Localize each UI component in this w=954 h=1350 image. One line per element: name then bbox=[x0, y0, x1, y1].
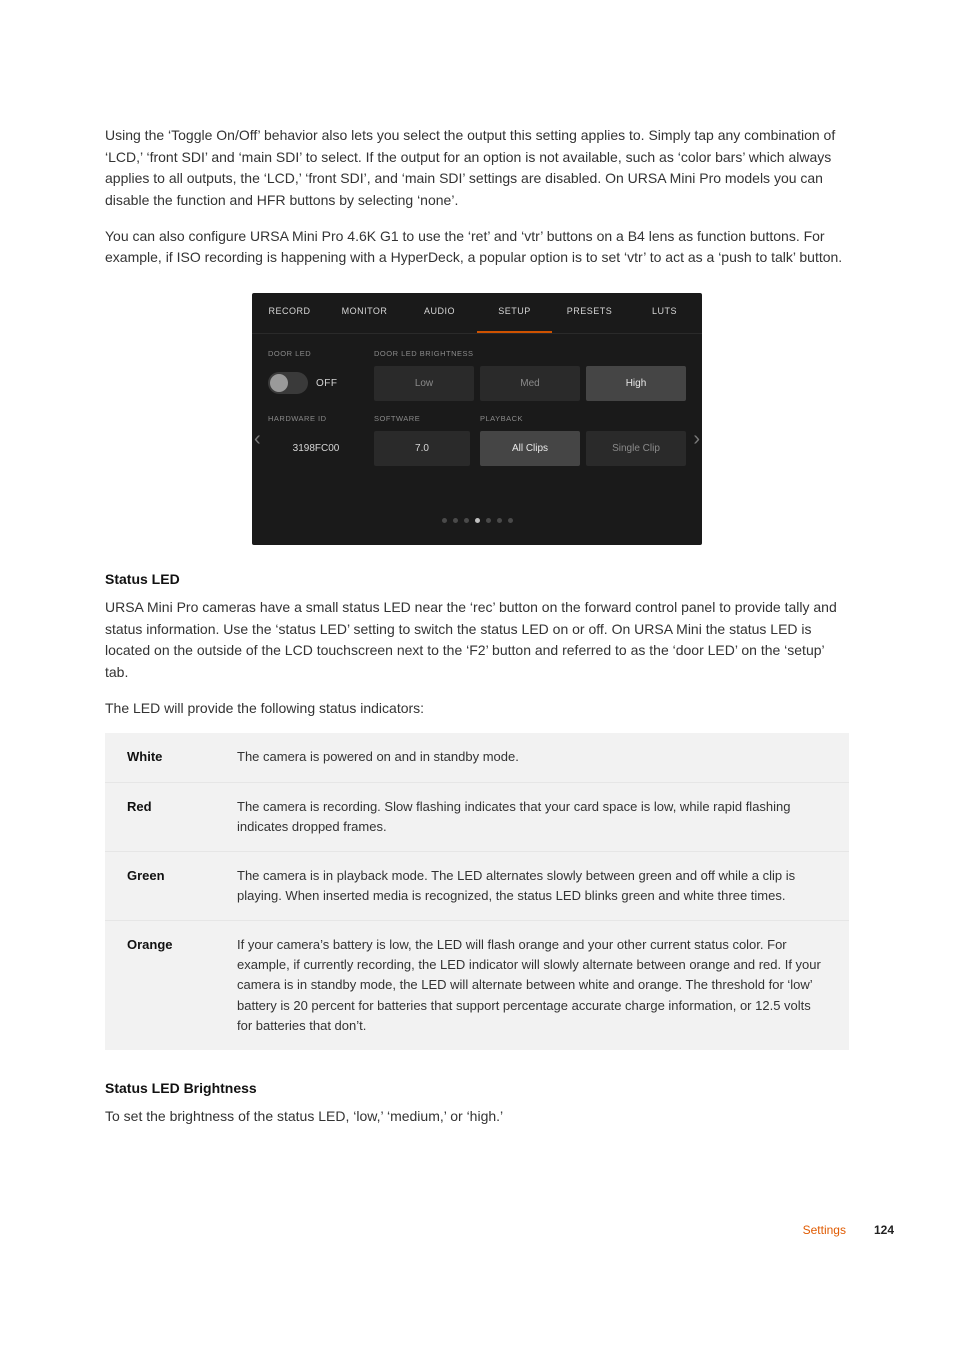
tab-luts[interactable]: LUTS bbox=[627, 293, 702, 333]
chevron-left-icon[interactable]: ‹ bbox=[254, 424, 261, 455]
heading-status-led: Status LED bbox=[105, 569, 849, 591]
playback-option[interactable]: All Clips bbox=[480, 431, 580, 467]
playback-option[interactable]: Single Clip bbox=[586, 431, 686, 467]
chevron-right-icon[interactable]: › bbox=[693, 424, 700, 455]
page-footer: Settings 124 bbox=[0, 1181, 954, 1270]
door-led-toggle[interactable]: OFF bbox=[268, 366, 364, 402]
pagination-dots bbox=[268, 518, 686, 535]
tabs-bar: RECORDMONITORAUDIOSETUPPRESETSLUTS bbox=[252, 293, 702, 334]
table-row: Red The camera is recording. Slow flashin… bbox=[105, 782, 849, 851]
tab-monitor[interactable]: MONITOR bbox=[327, 293, 402, 333]
footer-page-number: 124 bbox=[874, 1221, 894, 1240]
tab-setup[interactable]: SETUP bbox=[477, 293, 552, 333]
page-dot[interactable] bbox=[475, 518, 480, 523]
tab-audio[interactable]: AUDIO bbox=[402, 293, 477, 333]
body-paragraph: The LED will provide the following statu… bbox=[105, 698, 849, 720]
led-description: The camera is in playback mode. The LED … bbox=[237, 866, 827, 906]
page-dot[interactable] bbox=[442, 518, 447, 523]
brightness-option[interactable]: Med bbox=[480, 366, 580, 402]
led-status-table: White The camera is powered on and in sta… bbox=[105, 733, 849, 1049]
heading-status-led-brightness: Status LED Brightness bbox=[105, 1078, 849, 1100]
page-dot[interactable] bbox=[464, 518, 469, 523]
led-color-label: Green bbox=[127, 866, 217, 906]
footer-section-label: Settings bbox=[803, 1221, 846, 1240]
led-color-label: White bbox=[127, 747, 217, 767]
label-door-led-brightness: DOOR LED BRIGHTNESS bbox=[374, 348, 686, 360]
hardware-id-value: 3198FC00 bbox=[268, 441, 364, 457]
page-dot[interactable] bbox=[453, 518, 458, 523]
table-row: Green The camera is in playback mode. The… bbox=[105, 851, 849, 920]
brightness-option[interactable]: High bbox=[586, 366, 686, 402]
led-color-label: Orange bbox=[127, 935, 217, 1036]
tab-record[interactable]: RECORD bbox=[252, 293, 327, 333]
page-dot[interactable] bbox=[508, 518, 513, 523]
led-description: The camera is recording. Slow flashing i… bbox=[237, 797, 827, 837]
table-row: OrangeIf your camera’s battery is low, t… bbox=[105, 920, 849, 1050]
body-paragraph: You can also configure URSA Mini Pro 4.6… bbox=[105, 226, 849, 269]
tab-presets[interactable]: PRESETS bbox=[552, 293, 627, 333]
label-door-led: DOOR LED bbox=[268, 348, 364, 360]
body-paragraph: To set the brightness of the status LED,… bbox=[105, 1106, 849, 1128]
page-dot[interactable] bbox=[497, 518, 502, 523]
body-paragraph: Using the ‘Toggle On/Off’ behavior also … bbox=[105, 125, 849, 212]
software-value: 7.0 bbox=[374, 431, 470, 467]
camera-setup-screenshot: RECORDMONITORAUDIOSETUPPRESETSLUTS DOOR … bbox=[252, 293, 702, 545]
label-software: SOFTWARE bbox=[374, 413, 470, 425]
led-description: The camera is powered on and in standby … bbox=[237, 747, 827, 767]
table-row: White The camera is powered on and in sta… bbox=[105, 733, 849, 781]
label-hardware-id: HARDWARE ID bbox=[268, 413, 364, 425]
led-color-label: Red bbox=[127, 797, 217, 837]
led-description: If your camera’s battery is low, the LED… bbox=[237, 935, 827, 1036]
label-playback: PLAYBACK bbox=[480, 413, 686, 425]
brightness-option[interactable]: Low bbox=[374, 366, 474, 402]
body-paragraph: URSA Mini Pro cameras have a small statu… bbox=[105, 597, 849, 684]
door-led-toggle-text: OFF bbox=[316, 376, 338, 392]
page-dot[interactable] bbox=[486, 518, 491, 523]
